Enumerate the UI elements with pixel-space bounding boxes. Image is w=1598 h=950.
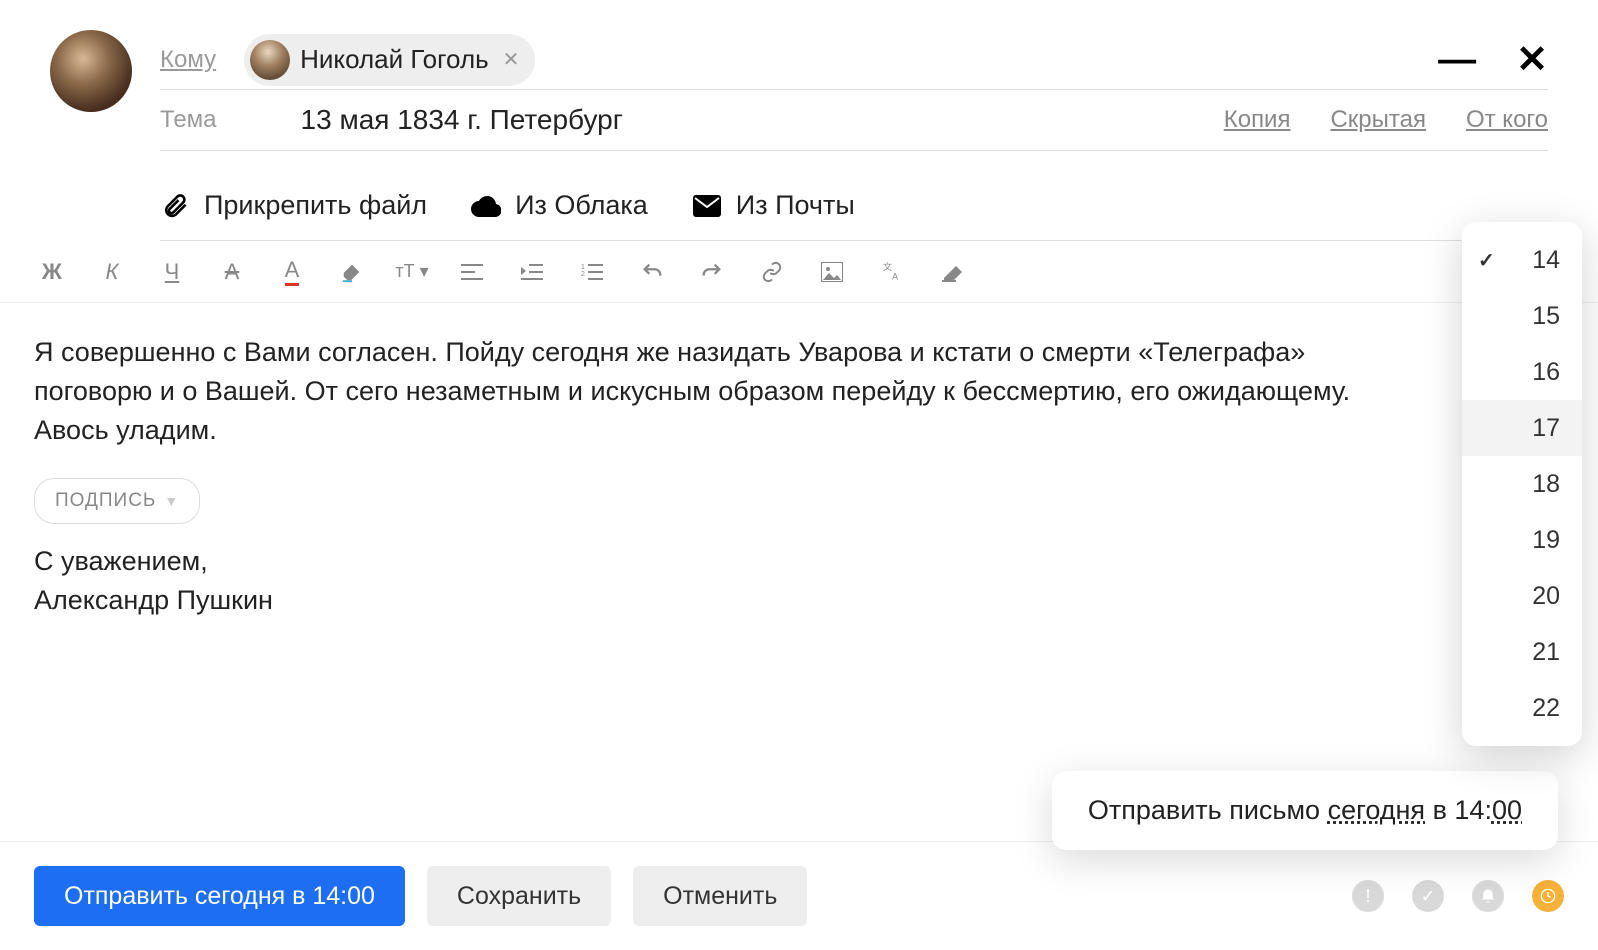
attach-file-button[interactable]: Прикрепить файл: [160, 190, 427, 221]
cancel-button[interactable]: Отменить: [633, 866, 807, 926]
list-button[interactable]: 12: [574, 254, 610, 290]
schedule-popup: Отправить письмо сегодня в 14:00: [1052, 771, 1558, 850]
body-paragraph: Я совершенно с Вами согласен. Пойду сего…: [34, 333, 1354, 450]
to-label[interactable]: Кому: [160, 46, 216, 74]
schedule-text-prefix: Отправить письмо: [1088, 795, 1328, 825]
link-button[interactable]: [754, 254, 790, 290]
close-button[interactable]: ✕: [1516, 41, 1548, 79]
header-fields: Кому Николай Гоголь ✕ — ✕ Тема Копия Скр…: [160, 30, 1548, 241]
redo-button[interactable]: [694, 254, 730, 290]
readreceipt-icon[interactable]: ✓: [1412, 880, 1444, 912]
attach-cloud-button[interactable]: Из Облака: [471, 190, 648, 221]
italic-button[interactable]: К: [94, 254, 130, 290]
hour-option[interactable]: 21: [1462, 624, 1582, 680]
clear-format-button[interactable]: [934, 254, 970, 290]
font-size-button[interactable]: тТ ▾: [394, 254, 430, 290]
recipient-name: Николай Гоголь: [300, 44, 489, 75]
indent-button[interactable]: [514, 254, 550, 290]
undo-button[interactable]: [634, 254, 670, 290]
recipient-avatar: [250, 40, 290, 80]
header-links: Копия Скрытая От кого: [1224, 106, 1548, 134]
window-controls: — ✕: [1438, 41, 1548, 79]
schedule-icon[interactable]: [1532, 880, 1564, 912]
paperclip-icon: [160, 191, 190, 221]
svg-text:1: 1: [581, 264, 585, 271]
cloud-icon: [471, 191, 501, 221]
attach-cloud-label: Из Облака: [515, 190, 648, 221]
hour-option[interactable]: 16: [1462, 344, 1582, 400]
chevron-down-icon: ▼: [164, 491, 179, 511]
hour-option[interactable]: 18: [1462, 456, 1582, 512]
footer-icons: ! ✓: [1352, 880, 1564, 912]
align-button[interactable]: [454, 254, 490, 290]
cc-link[interactable]: Копия: [1224, 106, 1291, 134]
schedule-text-mid: в 14:: [1425, 795, 1492, 825]
schedule-minutes-picker[interactable]: 00: [1492, 795, 1522, 825]
subject-field-row: Тема Копия Скрытая От кого: [160, 90, 1548, 151]
compose-header: Кому Николай Гоголь ✕ — ✕ Тема Копия Скр…: [0, 0, 1598, 241]
highlight-button[interactable]: [334, 254, 370, 290]
important-icon[interactable]: !: [1352, 880, 1384, 912]
bcc-link[interactable]: Скрытая: [1330, 106, 1426, 134]
hour-option[interactable]: 22: [1462, 680, 1582, 736]
hour-option[interactable]: 15: [1462, 288, 1582, 344]
sender-avatar: [50, 30, 132, 112]
hour-option[interactable]: 20: [1462, 568, 1582, 624]
svg-text:文: 文: [883, 261, 892, 272]
to-field-row: Кому Николай Гоголь ✕ — ✕: [160, 30, 1548, 90]
recipient-chip[interactable]: Николай Гоголь ✕: [244, 34, 535, 86]
attach-mail-button[interactable]: Из Почты: [692, 190, 855, 221]
signature-label: ПОДПИСЬ: [55, 487, 156, 515]
formatting-toolbar: Ж К Ч A A тТ ▾ 12 文A Ꭿ: [0, 241, 1598, 303]
attach-mail-label: Из Почты: [736, 190, 855, 221]
svg-text:A: A: [892, 271, 899, 281]
send-button[interactable]: Отправить сегодня в 14:00: [34, 866, 405, 926]
hour-option[interactable]: 14: [1462, 232, 1582, 288]
schedule-day-picker[interactable]: сегодня: [1328, 795, 1425, 825]
reminder-icon[interactable]: [1472, 880, 1504, 912]
subject-label: Тема: [160, 106, 217, 134]
close-icon[interactable]: ✕: [503, 47, 520, 72]
compose-footer: Отправить сегодня в 14:00 Сохранить Отме…: [0, 841, 1598, 950]
text-color-button[interactable]: A: [274, 254, 310, 290]
editor-body[interactable]: Я совершенно с Вами согласен. Пойду сего…: [0, 303, 1598, 650]
hours-dropdown[interactable]: 141516171819202122: [1462, 222, 1582, 746]
bold-button[interactable]: Ж: [34, 254, 70, 290]
from-link[interactable]: От кого: [1466, 106, 1548, 134]
mail-icon: [692, 191, 722, 221]
hour-option[interactable]: 19: [1462, 512, 1582, 568]
subject-input[interactable]: [301, 90, 1224, 150]
minimize-button[interactable]: —: [1438, 41, 1476, 79]
translate-button[interactable]: 文A: [874, 254, 910, 290]
underline-button[interactable]: Ч: [154, 254, 190, 290]
signature-button[interactable]: ПОДПИСЬ ▼: [34, 478, 200, 524]
hour-option[interactable]: 17: [1462, 400, 1582, 456]
svg-text:2: 2: [581, 271, 585, 278]
signature-greeting: С уважением,: [34, 542, 1564, 581]
save-button[interactable]: Сохранить: [427, 866, 611, 926]
strikethrough-button[interactable]: A: [214, 254, 250, 290]
signature-name: Александр Пушкин: [34, 581, 1564, 620]
image-button[interactable]: [814, 254, 850, 290]
attach-file-label: Прикрепить файл: [204, 190, 427, 221]
attach-row: Прикрепить файл Из Облака Из Почты: [160, 171, 1548, 241]
